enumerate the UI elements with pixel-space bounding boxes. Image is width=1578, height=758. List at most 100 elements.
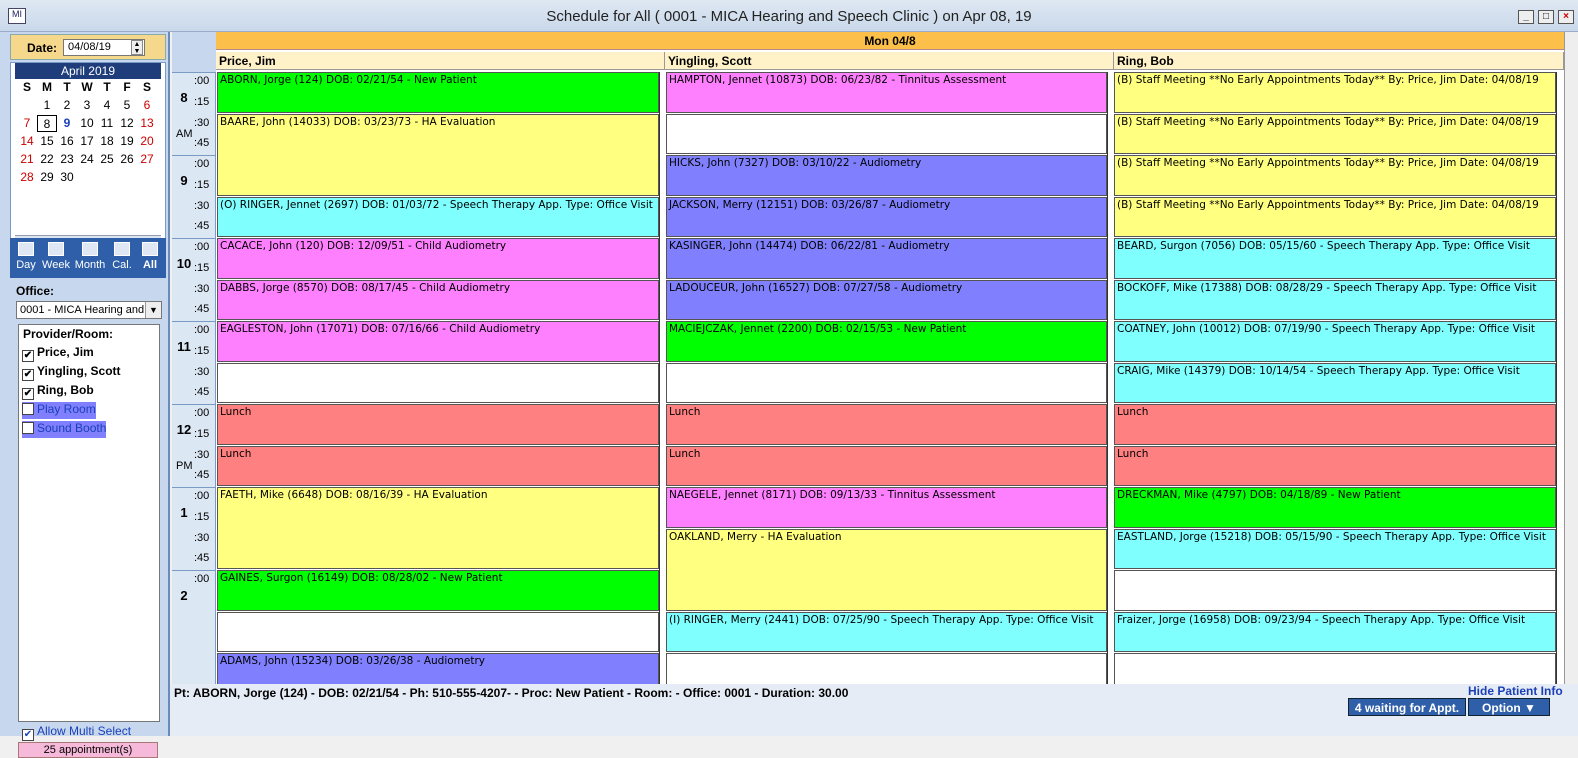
calendar-day[interactable]: 3 <box>77 97 97 114</box>
appointment-slot[interactable]: (B) Staff Meeting **No Early Appointment… <box>1114 155 1556 196</box>
appointment-slot[interactable]: DABBS, Jorge (8570) DOB: 08/17/45 - Chil… <box>217 279 659 320</box>
appointment-slot[interactable]: Lunch <box>666 445 1107 486</box>
calendar-day[interactable]: 8 <box>37 115 57 132</box>
office-select[interactable]: 0001 - MICA Hearing and ▼ <box>16 301 162 319</box>
checkbox-icon[interactable]: ✔ <box>22 369 34 381</box>
calendar-day[interactable]: 24 <box>77 151 97 168</box>
calendar-day[interactable]: 11 <box>97 115 117 132</box>
close-button[interactable]: × <box>1558 10 1574 24</box>
calendar-day[interactable]: 13 <box>137 115 157 132</box>
appointment-slot[interactable] <box>666 113 1107 154</box>
column-header-price[interactable]: Price, Jim <box>216 52 665 70</box>
calendar-day[interactable]: 19 <box>117 133 137 150</box>
calendar-day[interactable]: 17 <box>77 133 97 150</box>
calendar-day[interactable]: 10 <box>77 115 97 132</box>
hide-patient-info-link[interactable]: Hide Patient Info <box>1468 684 1563 698</box>
appointment-slot[interactable]: MACIEJCZAK, Jennet (2200) DOB: 02/15/53 … <box>666 321 1107 362</box>
appointment-slot[interactable]: BOCKOFF, Mike (17388) DOB: 08/28/29 - Sp… <box>1114 279 1556 320</box>
appointment-slot[interactable]: (I) RINGER, Merry (2441) DOB: 07/25/90 -… <box>666 611 1107 652</box>
calendar-day[interactable]: 28 <box>17 169 37 186</box>
maximize-button[interactable]: □ <box>1538 10 1554 24</box>
appointment-slot[interactable] <box>217 611 659 652</box>
calendar-day[interactable]: 6 <box>137 97 157 114</box>
appointment-slot[interactable]: KASINGER, John (14474) DOB: 06/22/81 - A… <box>666 238 1107 279</box>
appointment-slot[interactable] <box>666 362 1107 403</box>
chevron-down-icon[interactable]: ▼ <box>145 302 161 318</box>
appointment-slot[interactable]: HAMPTON, Jennet (10873) DOB: 06/23/82 - … <box>666 72 1107 113</box>
view-day-button[interactable]: Day <box>10 238 42 278</box>
checkbox-icon[interactable] <box>22 422 34 434</box>
waiting-button[interactable]: 4 waiting for Appt. <box>1348 698 1466 716</box>
appointment-slot[interactable]: HICKS, John (7327) DOB: 03/10/22 - Audio… <box>666 155 1107 196</box>
calendar-day[interactable]: 5 <box>117 97 137 114</box>
appointment-slot[interactable]: ADAMS, John (15234) DOB: 03/26/38 - Audi… <box>217 653 659 684</box>
calendar-day[interactable]: 27 <box>137 151 157 168</box>
calendar-day[interactable]: 25 <box>97 151 117 168</box>
calendar-day[interactable]: 4 <box>97 97 117 114</box>
appointment-slot[interactable]: EASTLAND, Jorge (15218) DOB: 05/15/90 - … <box>1114 528 1556 569</box>
appointment-slot[interactable]: EAGLESTON, John (17071) DOB: 07/16/66 - … <box>217 321 659 362</box>
appointment-slot[interactable]: (B) Staff Meeting **No Early Appointment… <box>1114 72 1556 113</box>
checkbox-icon[interactable]: ✔ <box>22 388 34 400</box>
calendar-day[interactable]: 23 <box>57 151 77 168</box>
appointment-slot[interactable]: Fraizer, Jorge (16958) DOB: 09/23/94 - S… <box>1114 611 1556 652</box>
provider-item-play-room[interactable]: Play Room <box>22 402 96 419</box>
calendar-day[interactable]: 9 <box>57 115 77 132</box>
appointment-slot[interactable]: (B) Staff Meeting **No Early Appointment… <box>1114 113 1556 154</box>
calendar-day[interactable]: 21 <box>17 151 37 168</box>
appointment-slot[interactable]: Lunch <box>666 404 1107 445</box>
appointment-slot[interactable]: FAETH, Mike (6648) DOB: 08/16/39 - HA Ev… <box>217 487 659 569</box>
calendar-day[interactable]: 20 <box>137 133 157 150</box>
calendar-day[interactable]: 29 <box>37 169 57 186</box>
calendar-day[interactable]: 12 <box>117 115 137 132</box>
appointment-slot[interactable] <box>1114 653 1556 684</box>
appointment-slot[interactable]: (O) RINGER, Jennet (2697) DOB: 01/03/72 … <box>217 196 659 237</box>
calendar-day[interactable]: 1 <box>37 97 57 114</box>
checkbox-icon[interactable] <box>22 403 34 415</box>
view-week-button[interactable]: Week <box>40 238 72 278</box>
calendar-day[interactable]: 26 <box>117 151 137 168</box>
appointment-slot[interactable]: Lunch <box>1114 404 1556 445</box>
calendar-day[interactable]: 2 <box>57 97 77 114</box>
appointment-slot[interactable]: Lunch <box>217 445 659 486</box>
appointment-slot[interactable]: OAKLAND, Merry - HA Evaluation <box>666 528 1107 611</box>
calendar-day[interactable]: 18 <box>97 133 117 150</box>
allow-multi-select[interactable]: ✔ Allow Multi Select <box>22 724 131 741</box>
calendar-day[interactable]: 16 <box>57 133 77 150</box>
appointment-slot[interactable]: Lunch <box>217 404 659 445</box>
date-spinner[interactable]: ▲ ▼ <box>131 40 143 55</box>
calendar-day[interactable]: 15 <box>37 133 57 150</box>
appointment-slot[interactable]: BEARD, Surgon (7056) DOB: 05/15/60 - Spe… <box>1114 238 1556 279</box>
provider-item-price[interactable]: ✔ Price, Jim <box>22 345 94 362</box>
appointment-slot[interactable]: GAINES, Surgon (16149) DOB: 08/28/02 - N… <box>217 570 659 611</box>
provider-item-sound-booth[interactable]: Sound Booth <box>22 421 107 438</box>
checkbox-icon[interactable]: ✔ <box>22 729 34 741</box>
appointment-slot[interactable]: LADOUCEUR, John (16527) DOB: 07/27/58 - … <box>666 279 1107 320</box>
appointment-slot[interactable] <box>1114 570 1556 611</box>
appointment-slot[interactable]: ABORN, Jorge (124) DOB: 02/21/54 - New P… <box>217 72 659 113</box>
appointment-slot[interactable]: BAARE, John (14033) DOB: 03/23/73 - HA E… <box>217 113 659 196</box>
calendar-day[interactable]: 7 <box>17 115 37 132</box>
option-button[interactable]: Option ▼ <box>1468 698 1550 716</box>
minimize-button[interactable]: _ <box>1518 10 1534 24</box>
calendar-day[interactable]: 14 <box>17 133 37 150</box>
vertical-scrollbar[interactable] <box>1564 32 1578 684</box>
appointment-slot[interactable]: CACACE, John (120) DOB: 12/09/51 - Child… <box>217 238 659 279</box>
provider-item-ring[interactable]: ✔ Ring, Bob <box>22 383 94 400</box>
checkbox-icon[interactable]: ✔ <box>22 350 34 362</box>
appointment-slot[interactable]: COATNEY, John (10012) DOB: 07/19/90 - Sp… <box>1114 321 1556 362</box>
calendar-day[interactable]: 22 <box>37 151 57 168</box>
view-all-button[interactable]: All <box>134 238 166 278</box>
calendar-day[interactable]: 30 <box>57 169 77 186</box>
appointment-slot[interactable]: Lunch <box>1114 445 1556 486</box>
appointment-slot[interactable]: JACKSON, Merry (12151) DOB: 03/26/87 - A… <box>666 196 1107 237</box>
appointment-slot[interactable]: CRAIG, Mike (14379) DOB: 10/14/54 - Spee… <box>1114 362 1556 403</box>
view-month-button[interactable]: Month <box>74 238 106 278</box>
provider-item-yingling[interactable]: ✔ Yingling, Scott <box>22 364 121 381</box>
column-header-ring[interactable]: Ring, Bob <box>1114 52 1564 70</box>
appointment-slot[interactable]: (B) Staff Meeting **No Early Appointment… <box>1114 196 1556 237</box>
appointment-slot[interactable] <box>666 653 1107 684</box>
column-header-yingling[interactable]: Yingling, Scott <box>665 52 1114 70</box>
appointment-slot[interactable]: DRECKMAN, Mike (4797) DOB: 04/18/89 - Ne… <box>1114 487 1556 528</box>
appointment-slot[interactable]: NAEGELE, Jennet (8171) DOB: 09/13/33 - T… <box>666 487 1107 528</box>
